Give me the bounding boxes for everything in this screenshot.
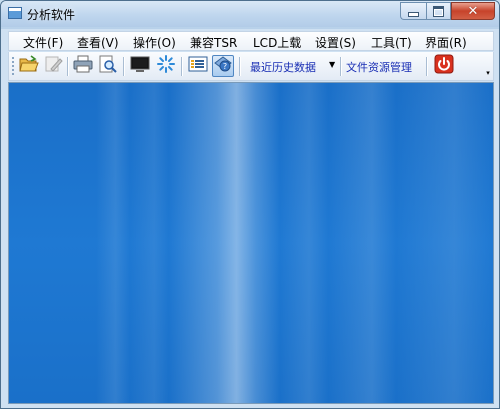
print-icon <box>73 55 93 77</box>
maximize-icon <box>433 5 444 17</box>
title-bar[interactable]: 分析软件 ✕ <box>1 1 499 27</box>
edit-button[interactable] <box>42 55 64 77</box>
toolbar-overflow-icon[interactable]: ▾ <box>484 68 492 78</box>
refresh-button[interactable] <box>155 55 177 77</box>
edit-icon <box>43 55 63 77</box>
app-icon <box>8 7 22 19</box>
loading-icon <box>156 54 176 78</box>
chevron-down-icon[interactable]: ▼ <box>329 60 335 69</box>
menu-operate[interactable]: 操作(O) <box>133 34 176 51</box>
toolbar-separator <box>340 57 341 76</box>
toolbar-separator <box>239 57 240 76</box>
monitor-button[interactable] <box>129 55 151 77</box>
toolbar-separator <box>123 57 124 76</box>
menu-compat-tsr[interactable]: 兼容TSR <box>190 34 237 51</box>
power-button[interactable] <box>433 54 455 78</box>
svg-text:?: ? <box>223 62 227 71</box>
menu-view[interactable]: 查看(V) <box>77 34 119 51</box>
monitor-icon <box>130 55 150 77</box>
recent-history-data-button[interactable]: 最近历史数据 <box>250 59 316 75</box>
toolbar-separator <box>67 57 68 76</box>
menu-file[interactable]: 文件(F) <box>23 34 63 51</box>
menu-bar: 文件(F) 查看(V) 操作(O) 兼容TSR LCD上载 设置(S) 工具(T… <box>8 31 494 51</box>
main-content-area <box>8 82 494 404</box>
power-icon <box>434 54 454 78</box>
open-folder-icon <box>19 55 39 77</box>
print-preview-button[interactable] <box>97 55 119 77</box>
menu-interface[interactable]: 界面(R) <box>425 34 467 51</box>
window-title: 分析软件 <box>27 8 76 22</box>
list-button[interactable] <box>187 55 209 77</box>
menu-lcd-upload[interactable]: LCD上载 <box>253 34 301 51</box>
print-button[interactable] <box>72 55 94 77</box>
list-icon <box>188 55 208 77</box>
print-preview-icon <box>98 55 118 77</box>
toolbar: ? 最近历史数据 ▼ 文件资源管理 ▾ <box>8 52 494 81</box>
minimize-icon <box>408 11 419 17</box>
toolbar-separator <box>181 57 182 76</box>
menu-settings[interactable]: 设置(S) <box>315 34 356 51</box>
open-button[interactable] <box>18 55 40 77</box>
minimize-button[interactable] <box>400 2 426 20</box>
toolbar-grip[interactable] <box>12 57 14 75</box>
help-icon: ? <box>214 55 232 77</box>
menu-tools[interactable]: 工具(T) <box>371 34 412 51</box>
file-resource-manager-button[interactable]: 文件资源管理 <box>346 59 412 75</box>
close-button[interactable]: ✕ <box>451 2 495 20</box>
help-button[interactable]: ? <box>212 55 234 77</box>
toolbar-separator <box>426 57 427 76</box>
maximize-button[interactable] <box>426 2 451 20</box>
app-window: 分析软件 ✕ 文件(F) 查看(V) 操作(O) 兼容TSR LCD上载 设置(… <box>0 0 500 409</box>
close-icon: ✕ <box>467 3 479 19</box>
